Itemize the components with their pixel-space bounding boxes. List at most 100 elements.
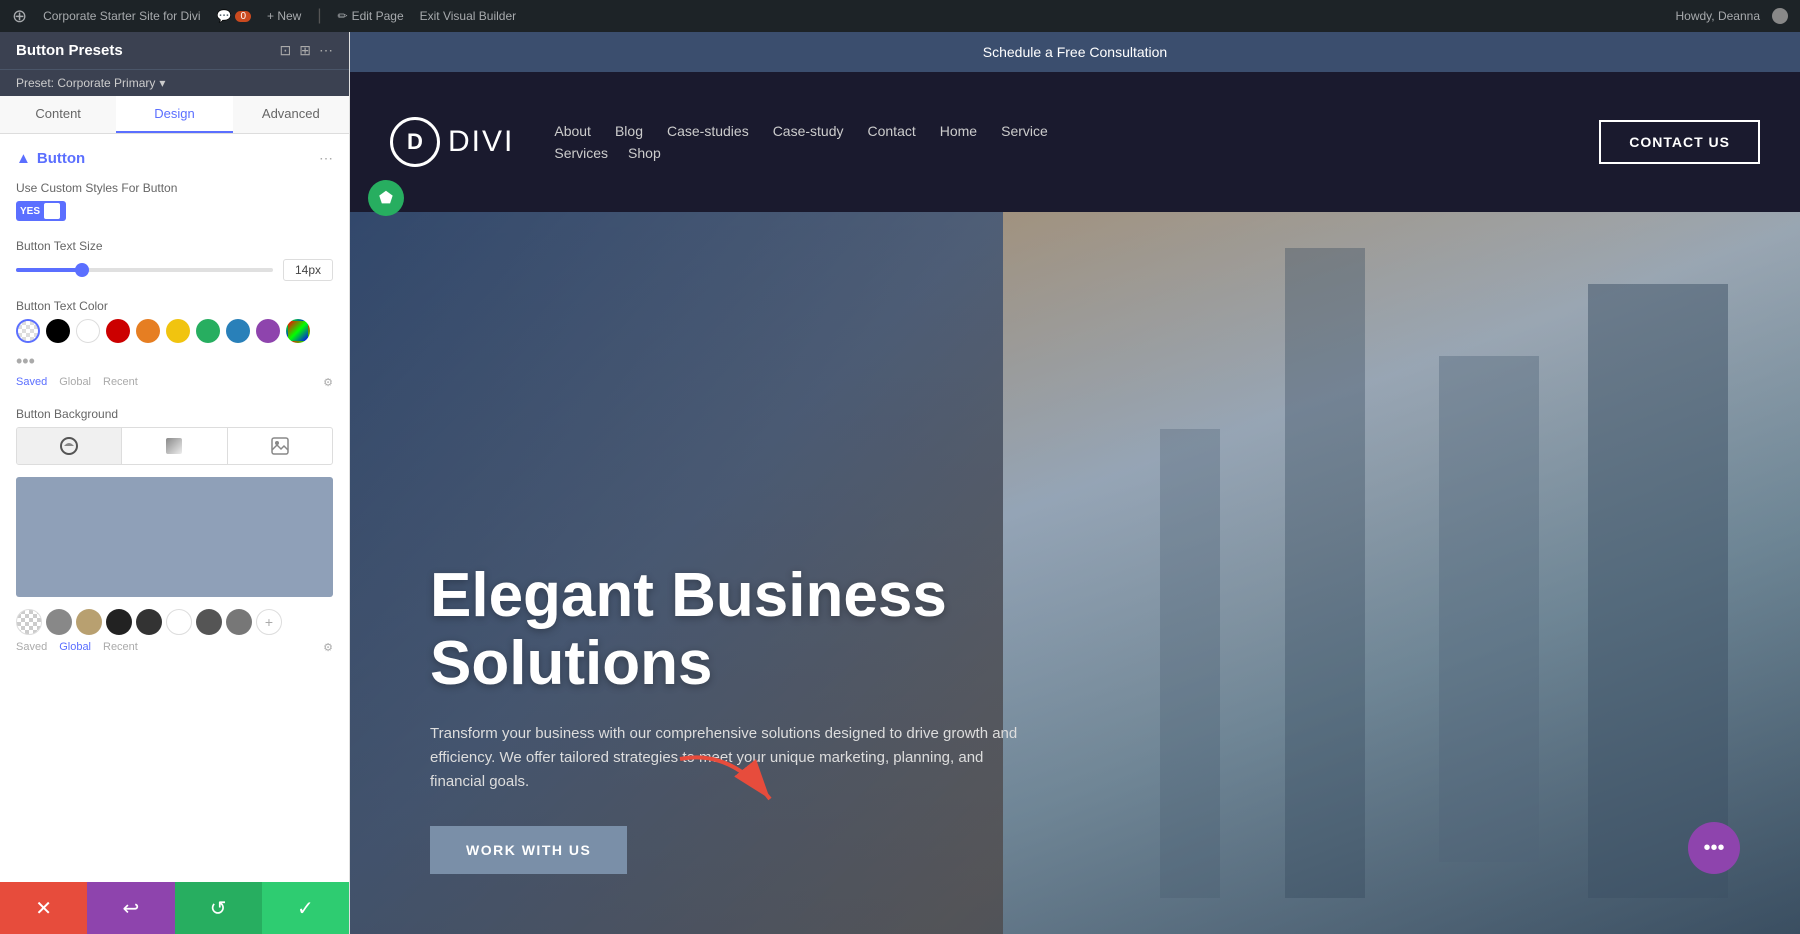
bottom-tab-global[interactable]: Global: [59, 641, 91, 654]
color-swatch-edit[interactable]: [286, 319, 310, 343]
nav-link-case-studies[interactable]: Case-studies: [667, 123, 749, 139]
hero-section: Elegant Business Solutions Transform you…: [350, 212, 1800, 934]
undo-button[interactable]: ↩: [87, 882, 174, 934]
section-collapse-icon[interactable]: ▲: [16, 150, 31, 167]
section-title-text: Button: [37, 150, 85, 167]
nav-link-home[interactable]: Home: [940, 123, 977, 139]
text-color-swatches: [16, 319, 333, 343]
building-2: [1439, 356, 1539, 861]
color-swatch-transparent[interactable]: [16, 319, 40, 343]
site-logo: D DIVI: [390, 117, 514, 167]
edit-page-link[interactable]: ✏ Edit Page: [338, 9, 404, 23]
color-tab-recent[interactable]: Recent: [103, 376, 138, 389]
text-color-field: Button Text Color ••• Sav: [16, 299, 333, 389]
add-swatch-button[interactable]: +: [256, 609, 282, 635]
tab-advanced[interactable]: Advanced: [233, 96, 349, 133]
panel-tabs: Content Design Advanced: [0, 96, 349, 134]
logo-circle: D: [390, 117, 440, 167]
color-tabs: Saved Global Recent ⚙: [16, 376, 333, 389]
bottom-tab-recent[interactable]: Recent: [103, 641, 138, 654]
bottom-swatch-transparent[interactable]: [16, 609, 42, 635]
nav-link-shop[interactable]: Shop: [628, 145, 661, 161]
bg-options: [16, 427, 333, 465]
toggle-label: Use Custom Styles For Button: [16, 181, 333, 195]
color-swatch-orange[interactable]: [136, 319, 160, 343]
bottom-swatch-mid[interactable]: [196, 609, 222, 635]
bottom-swatch-darkgray[interactable]: [136, 609, 162, 635]
wp-admin-bar: ⊕ Corporate Starter Site for Divi 💬 0 + …: [0, 0, 1800, 32]
color-tab-global[interactable]: Global: [59, 376, 91, 389]
bottom-swatch-dark[interactable]: [106, 609, 132, 635]
text-size-slider-track[interactable]: [16, 268, 273, 272]
cancel-button[interactable]: ✕: [0, 882, 87, 934]
color-swatch-green[interactable]: [196, 319, 220, 343]
text-size-value[interactable]: 14px: [283, 259, 333, 281]
color-swatch-red[interactable]: [106, 319, 130, 343]
tab-design[interactable]: Design: [116, 96, 232, 133]
nav-link-case-study[interactable]: Case-study: [773, 123, 844, 139]
section-menu-icon[interactable]: ⋯: [319, 150, 333, 167]
comments-link[interactable]: 💬 0: [216, 9, 251, 23]
tab-content[interactable]: Content: [0, 96, 116, 133]
contact-us-button[interactable]: CONTACT US: [1599, 120, 1760, 164]
color-swatch-blue[interactable]: [226, 319, 250, 343]
nav-link-about[interactable]: About: [554, 123, 591, 139]
bottom-gear-icon[interactable]: ⚙: [323, 641, 333, 654]
arrow-indicator: [670, 739, 790, 824]
bottom-tab-saved[interactable]: Saved: [16, 641, 47, 654]
button-section-header: ▲ Button ⋯: [16, 150, 333, 167]
redo-button[interactable]: ↺: [175, 882, 262, 934]
bottom-swatch-tan[interactable]: [76, 609, 102, 635]
logo-text: DIVI: [448, 125, 514, 159]
nav-link-service[interactable]: Service: [1001, 123, 1048, 139]
hero-cta-button[interactable]: WORK WITH US: [430, 826, 627, 874]
preset-chevron-icon: ▾: [159, 76, 165, 90]
bottom-color-tabs: Saved Global Recent ⚙: [16, 641, 333, 654]
section-title: ▲ Button: [16, 150, 85, 167]
color-tab-saved[interactable]: Saved: [16, 376, 47, 389]
bg-label: Button Background: [16, 407, 333, 421]
toggle-yes-label: YES: [20, 206, 40, 217]
text-size-field: Button Text Size 14px: [16, 239, 333, 281]
building-3: [1285, 248, 1365, 898]
secondary-nav-links: Services Shop: [554, 145, 1599, 161]
bottom-swatch-white[interactable]: [166, 609, 192, 635]
panel-content: ▲ Button ⋯ Use Custom Styles For Button …: [0, 134, 349, 882]
bottom-swatch-light[interactable]: [226, 609, 252, 635]
panel-duplicate-icon[interactable]: ⊡: [280, 42, 292, 59]
panel-menu-icon[interactable]: ⋯: [319, 42, 333, 59]
panel-header: Button Presets ⊡ ⊞ ⋯: [0, 32, 349, 69]
color-swatch-purple[interactable]: [256, 319, 280, 343]
slider-thumb[interactable]: [75, 263, 89, 277]
divi-builder-icon[interactable]: ⬟: [368, 180, 404, 216]
color-swatch-black[interactable]: [46, 319, 70, 343]
nav-link-blog[interactable]: Blog: [615, 123, 643, 139]
toggle-knob: [44, 203, 60, 219]
admin-bar-left: ⊕ Corporate Starter Site for Divi 💬 0 + …: [12, 6, 1660, 27]
color-tab-gear-icon[interactable]: ⚙: [323, 376, 333, 389]
site-name[interactable]: Corporate Starter Site for Divi: [43, 9, 200, 23]
nav-links-container: About Blog Case-studies Case-study Conta…: [554, 123, 1599, 161]
primary-nav-links: About Blog Case-studies Case-study Conta…: [554, 123, 1599, 139]
color-swatch-white[interactable]: [76, 319, 100, 343]
howdy-text: Howdy, Deanna: [1676, 9, 1761, 23]
new-button[interactable]: + New: [267, 9, 301, 23]
fab-button[interactable]: •••: [1688, 822, 1740, 874]
nav-link-services[interactable]: Services: [554, 145, 608, 161]
color-swatch-yellow[interactable]: [166, 319, 190, 343]
custom-styles-toggle[interactable]: YES: [16, 201, 66, 221]
nav-link-contact[interactable]: Contact: [868, 123, 916, 139]
site-nav: D DIVI About Blog Case-studies Case-stud…: [350, 72, 1800, 212]
bottom-swatch-gray[interactable]: [46, 609, 72, 635]
color-preview-box[interactable]: [16, 477, 333, 597]
left-panel: Button Presets ⊡ ⊞ ⋯ Preset: Corporate P…: [0, 32, 350, 934]
more-swatches-icon[interactable]: •••: [16, 351, 35, 372]
panel-grid-icon[interactable]: ⊞: [299, 42, 311, 59]
wp-logo-icon[interactable]: ⊕: [12, 6, 27, 27]
bg-option-image[interactable]: [228, 428, 332, 464]
panel-preset[interactable]: Preset: Corporate Primary ▾: [0, 69, 349, 96]
bg-option-gradient[interactable]: [122, 428, 227, 464]
exit-visual-builder[interactable]: Exit Visual Builder: [420, 9, 517, 23]
bg-option-solid[interactable]: [17, 428, 122, 464]
save-button[interactable]: ✓: [262, 882, 349, 934]
